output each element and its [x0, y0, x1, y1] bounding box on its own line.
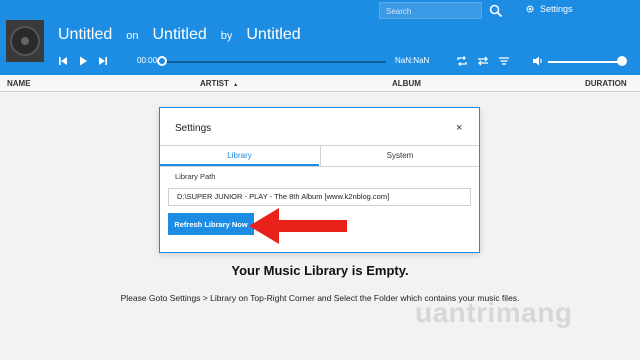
tab-library[interactable]: Library — [160, 146, 319, 166]
gear-icon — [526, 5, 534, 13]
track-album: Untitled — [152, 26, 207, 43]
album-art — [6, 20, 44, 62]
track-title: Untitled — [58, 26, 113, 43]
column-artist[interactable]: ARTIST ▴ — [200, 79, 237, 88]
column-artist-label: ARTIST — [200, 79, 229, 88]
column-album[interactable]: ALBUM — [392, 79, 421, 88]
sort-caret-icon: ▴ — [234, 82, 238, 88]
shuffle-icon[interactable] — [477, 55, 489, 67]
volume-thumb[interactable] — [617, 56, 627, 66]
player-bar: Untitled on Untitled by Untitled Search … — [0, 0, 640, 75]
time-total: NaN:NaN — [395, 56, 430, 65]
watermark: uantrimang — [415, 297, 573, 328]
settings-tabs: Library System — [160, 145, 479, 167]
play-icon[interactable] — [77, 55, 89, 67]
time-current: 00:00 — [137, 56, 158, 65]
search-icon[interactable] — [489, 4, 503, 18]
close-icon[interactable]: × — [456, 122, 462, 134]
volume-icon[interactable] — [532, 55, 544, 67]
tab-system[interactable]: System — [320, 146, 479, 166]
on-label: on — [126, 30, 139, 42]
volume-slider[interactable] — [548, 61, 621, 63]
column-name[interactable]: NAME — [7, 79, 31, 88]
dialog-title: Settings — [175, 123, 212, 134]
queue-icon[interactable] — [498, 55, 510, 67]
now-playing: Untitled on Untitled by Untitled — [58, 26, 301, 44]
settings-button[interactable]: Settings — [525, 4, 573, 14]
settings-label: Settings — [540, 4, 573, 14]
annotation-arrow-icon — [249, 208, 347, 244]
empty-library-title: Your Music Library is Empty. — [231, 263, 409, 278]
column-duration[interactable]: DURATION — [585, 79, 627, 88]
repeat-icon[interactable] — [456, 55, 468, 67]
seek-thumb[interactable] — [157, 56, 167, 66]
search-input[interactable]: Search — [379, 2, 482, 19]
by-label: by — [220, 30, 233, 42]
library-path-label: Library Path — [175, 172, 216, 181]
disc-icon — [10, 26, 40, 56]
next-icon[interactable] — [97, 55, 109, 67]
seek-bar[interactable] — [160, 61, 386, 63]
library-column-header: NAME ARTIST ▴ ALBUM DURATION — [0, 75, 640, 92]
refresh-library-button[interactable]: Refresh Library Now — [168, 213, 254, 235]
library-path-field[interactable]: D:\SUPER JUNIOR - PLAY - The 8th Album [… — [168, 188, 471, 206]
track-artist: Untitled — [246, 26, 301, 43]
previous-icon[interactable] — [57, 55, 69, 67]
